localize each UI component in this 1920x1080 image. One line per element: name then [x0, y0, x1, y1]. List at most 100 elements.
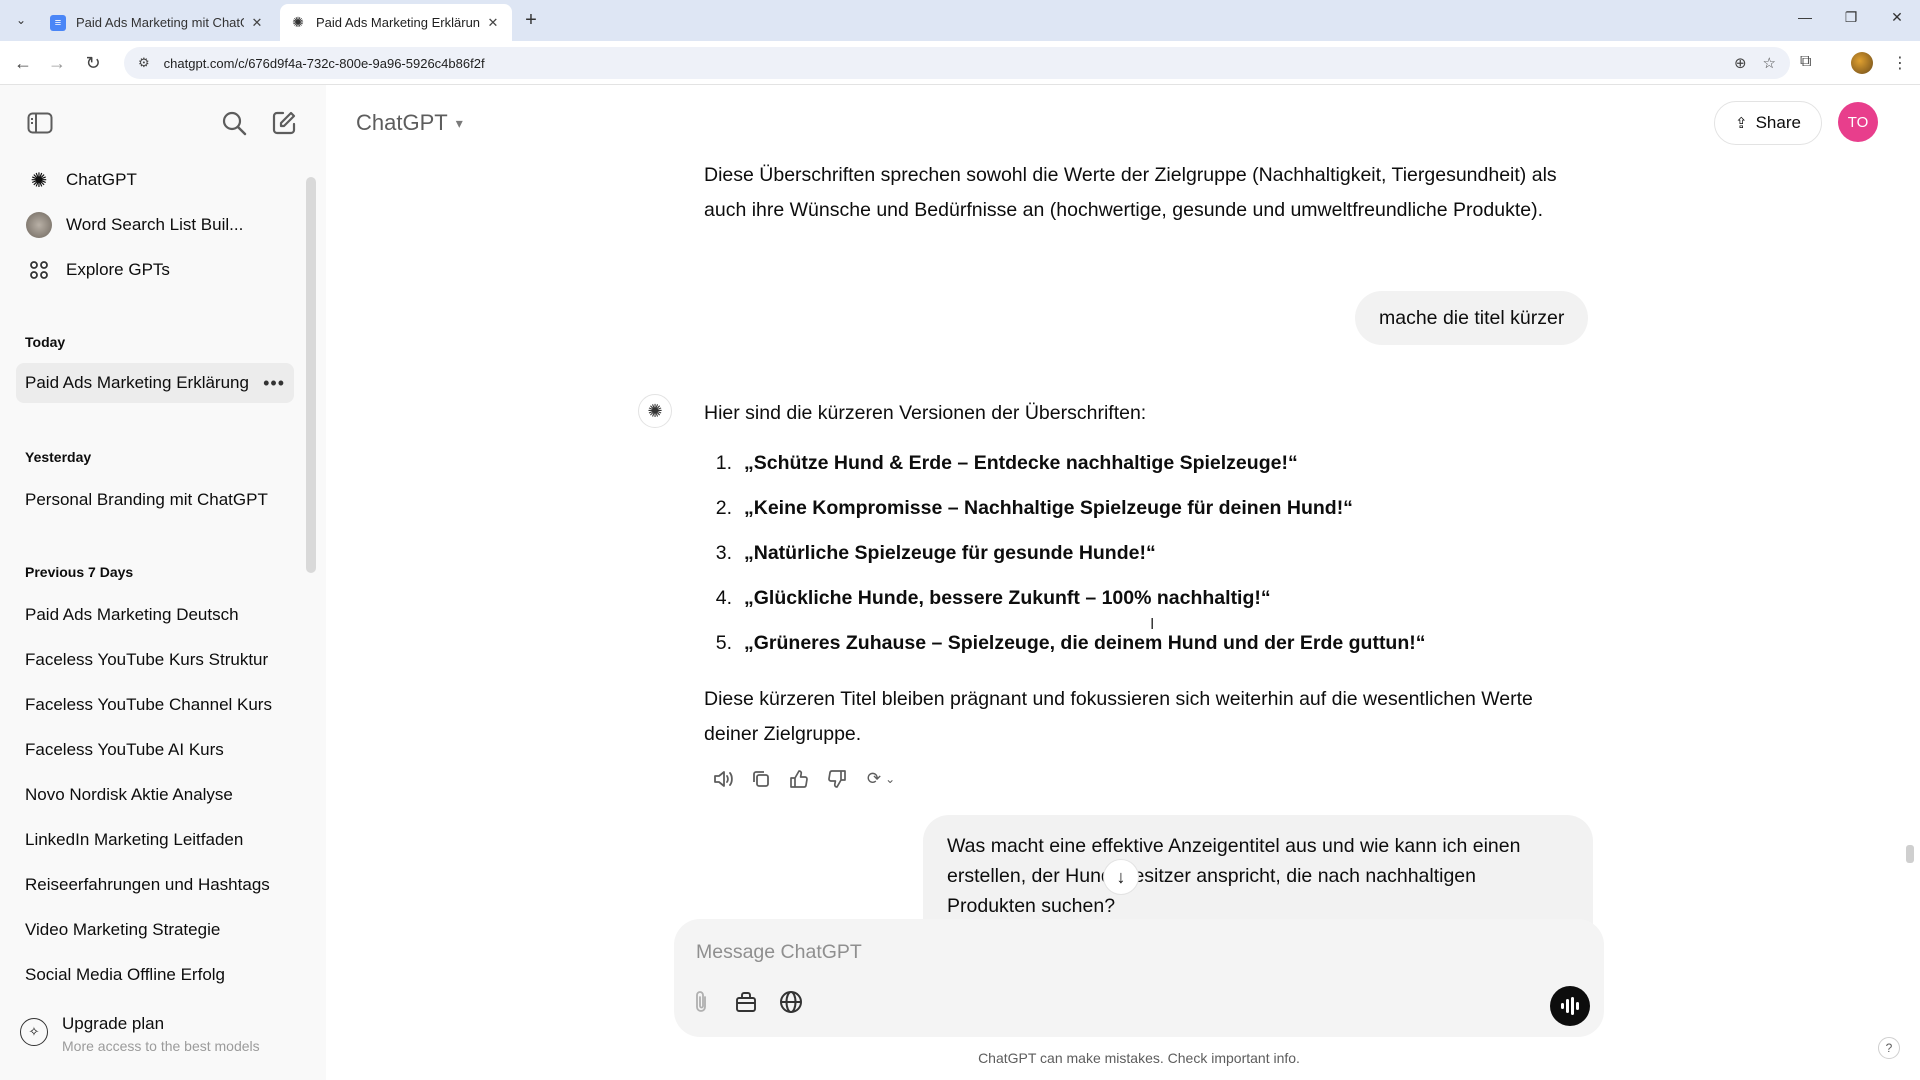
extensions-icon[interactable]: ⧉: [1800, 53, 1811, 71]
list-number: 5.: [715, 632, 732, 654]
message-actions: ⟳ ⌄: [704, 764, 906, 794]
text-cursor-icon: I: [1150, 616, 1155, 633]
browser-toolbar: ← → ↻ ⚙ chatgpt.com/c/676d9f4a-732c-800e…: [0, 41, 1920, 85]
list-item: 1. „Schütze Hund & Erde – Entdecke nachha…: [704, 441, 1604, 486]
gpt-avatar-icon: [26, 212, 52, 238]
model-selector[interactable]: ChatGPT ▾: [356, 110, 463, 136]
sidebar: ✺ ChatGPT Word Search List Buil... Explo…: [0, 85, 326, 1080]
list-number: 1.: [715, 452, 732, 474]
reload-icon: ↻: [85, 52, 101, 73]
speaker-icon: [714, 771, 733, 787]
chat-item[interactable]: Novo Nordisk Aktie Analyse: [16, 775, 294, 815]
chat-item[interactable]: Faceless YouTube Channel Kurs: [16, 685, 294, 725]
forward-button[interactable]: →: [44, 50, 70, 76]
close-tab-icon[interactable]: ✕: [248, 15, 266, 31]
tab-title: Paid Ads Marketing mit ChatGPT: [76, 15, 244, 30]
help-button[interactable]: ?: [1878, 1037, 1900, 1059]
list-text: „Schütze Hund & Erde – Entdecke nachhalt…: [744, 452, 1298, 474]
back-button[interactable]: ←: [10, 50, 36, 76]
zoom-icon[interactable]: ⊕: [1734, 54, 1747, 72]
list-number: 3.: [715, 542, 732, 564]
bad-response-button[interactable]: [818, 764, 856, 794]
upgrade-icon: ✧: [20, 1018, 48, 1046]
copy-button[interactable]: [742, 764, 780, 794]
url-text[interactable]: chatgpt.com/c/676d9f4a-732c-800e-9a96-59…: [164, 56, 1718, 71]
thumbs-down-icon: [828, 770, 846, 788]
browser-menu-icon[interactable]: ⋮: [1892, 53, 1908, 73]
chat-item[interactable]: Video Marketing Strategie: [16, 910, 294, 950]
sidebar-item-label: Word Search List Buil...: [66, 215, 244, 234]
sidebar-item-explore-gpts[interactable]: Explore GPTs: [16, 250, 294, 290]
chat-item[interactable]: Faceless YouTube AI Kurs: [16, 730, 294, 770]
chevron-down-icon: ⌄: [885, 772, 896, 786]
address-bar[interactable]: ⚙ chatgpt.com/c/676d9f4a-732c-800e-9a96-…: [124, 47, 1790, 79]
tab-search-button[interactable]: ⌄: [8, 8, 34, 32]
list-text: „Glückliche Hunde, bessere Zukunft – 100…: [744, 587, 1271, 609]
previous-answer-text: Diese Überschriften sprechen sowohl die …: [704, 164, 1557, 221]
user-message: mache die titel kürzer: [1355, 291, 1589, 345]
browser-profile-avatar[interactable]: [1851, 52, 1873, 74]
chat-item[interactable]: Social Media Offline Erfolg: [16, 955, 294, 995]
document-favicon-icon: ≡: [50, 14, 66, 31]
site-info-icon[interactable]: ⚙: [138, 55, 150, 71]
chat-item[interactable]: Paid Ads Marketing Deutsch: [16, 595, 294, 635]
user-avatar[interactable]: TO: [1838, 102, 1878, 142]
main-scrollbar[interactable]: [1906, 845, 1914, 863]
regenerate-icon: ⟳: [866, 769, 882, 788]
upgrade-plan-button[interactable]: ✧ Upgrade plan More access to the best m…: [20, 1006, 310, 1066]
paperclip-icon: [696, 991, 706, 1012]
list-number: 2.: [715, 497, 732, 519]
good-response-button[interactable]: [780, 764, 818, 794]
chat-item[interactable]: LinkedIn Marketing Leitfaden: [16, 820, 294, 860]
arrow-down-icon: ↓: [1116, 866, 1126, 887]
list-item: 3. „Natürliche Spielzeuge für gesunde Hun…: [704, 531, 1604, 576]
copy-icon: [753, 771, 769, 787]
list-number: 4.: [715, 587, 732, 609]
scroll-to-bottom-button[interactable]: ↓: [1103, 859, 1139, 895]
regenerate-button[interactable]: ⟳ ⌄: [856, 764, 906, 794]
chat-item-selected[interactable]: Paid Ads Marketing Erklärung •••: [16, 363, 294, 403]
openai-logo-icon: ✺: [638, 394, 672, 428]
voice-mode-button[interactable]: [1550, 986, 1590, 1026]
answer-outro-text: Diese kürzeren Titel bleiben prägnant un…: [704, 688, 1533, 745]
new-chat-button[interactable]: [268, 107, 300, 139]
attach-button[interactable]: [684, 985, 718, 1019]
sidebar-toggle-icon: [27, 112, 53, 134]
disclaimer-text: ChatGPT can make mistakes. Check importa…: [978, 1050, 1300, 1066]
restore-button[interactable]: ❐: [1838, 9, 1864, 31]
sidebar-scrollbar[interactable]: [306, 177, 316, 573]
sidebar-item-label: Explore GPTs: [66, 260, 170, 279]
browser-tab-inactive[interactable]: ≡ Paid Ads Marketing mit ChatGPT ✕: [40, 4, 276, 41]
model-name: ChatGPT: [356, 110, 448, 135]
close-window-button[interactable]: ✕: [1884, 9, 1910, 31]
more-options-icon[interactable]: •••: [263, 373, 285, 394]
sidebar-item-chatgpt[interactable]: ✺ ChatGPT: [16, 160, 294, 200]
toggle-sidebar-button[interactable]: [24, 107, 56, 139]
read-aloud-button[interactable]: [704, 764, 742, 794]
search-chats-button[interactable]: [218, 107, 250, 139]
openai-logo-icon: ✺: [30, 169, 48, 192]
close-tab-icon[interactable]: ✕: [484, 15, 502, 31]
chat-item[interactable]: Faceless YouTube Kurs Struktur: [16, 640, 294, 680]
voice-waveform-icon: [1561, 997, 1579, 1015]
reload-button[interactable]: ↻: [80, 50, 106, 76]
upgrade-title: Upgrade plan: [62, 1014, 165, 1033]
new-tab-button[interactable]: +: [520, 9, 542, 31]
chat-item[interactable]: Personal Branding mit ChatGPT: [16, 480, 294, 520]
openai-favicon-icon: ✺: [292, 14, 304, 30]
sidebar-item-gpt[interactable]: Word Search List Buil...: [16, 205, 294, 245]
composer: [674, 919, 1604, 1037]
browser-tab-active[interactable]: ✺ Paid Ads Marketing Erklärung ✕: [280, 4, 512, 41]
share-button[interactable]: ⇪ Share: [1714, 101, 1822, 145]
message-input[interactable]: [696, 937, 1556, 967]
list-item: 2. „Keine Kompromisse – Nachhaltige Spiel…: [704, 486, 1604, 531]
answer-intro-text: Hier sind die kürzeren Versionen der Übe…: [704, 402, 1147, 424]
share-label: Share: [1755, 113, 1801, 132]
bookmark-star-icon[interactable]: ☆: [1763, 54, 1776, 72]
chat-item[interactable]: Reiseerfahrungen und Hashtags: [16, 865, 294, 905]
tools-button[interactable]: [729, 985, 763, 1019]
chat-item-label: Paid Ads Marketing Erklärung: [25, 373, 249, 392]
web-search-button[interactable]: [774, 985, 808, 1019]
list-item: 4. „Glückliche Hunde, bessere Zukunft – 1…: [704, 576, 1604, 621]
minimize-button[interactable]: —: [1792, 9, 1818, 31]
